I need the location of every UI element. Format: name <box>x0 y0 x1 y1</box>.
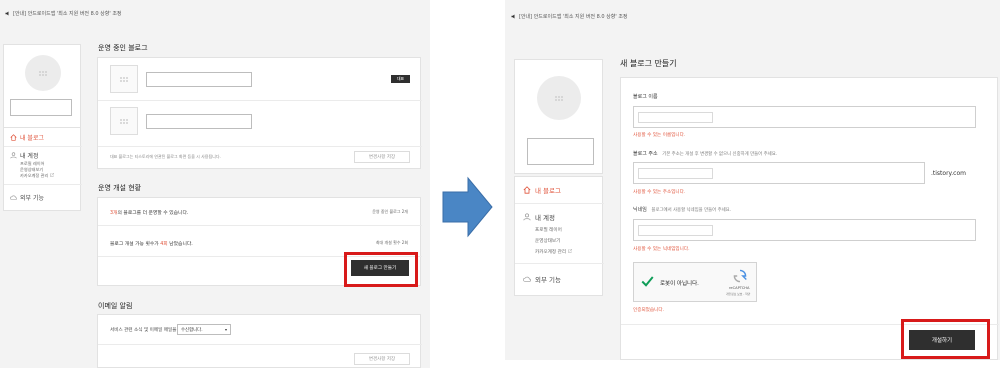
sidebar-item-external[interactable]: 외부 기능 <box>10 193 44 202</box>
nickname-message: 사용할 수 있는 닉네임입니다. <box>633 247 690 252</box>
highlight-frame <box>901 319 990 359</box>
running-blog-box: 대표 대표 블로그는 티스토리에 연관된 블로그 화면 등을 시 사용됩니다. … <box>97 57 422 169</box>
nickname-input[interactable] <box>633 219 976 241</box>
primary-badge: 대표 <box>391 75 410 83</box>
blog-name-box <box>10 99 72 116</box>
left-screenshot: [안내] 안드로이드앱 '최소 지원 버전 8.0 상향' 조정 내 블로그 내… <box>0 0 430 368</box>
tistory-logo-icon <box>25 55 61 91</box>
sidebar-nav: 내 블로그 내 계정 프로필 레이어 운영상태보기 카카오계정 관리 외부 기능 <box>514 176 604 296</box>
status-title: 운영 개설 현황 <box>98 184 142 192</box>
nickname-label: 닉네임 블로그에서 사용할 닉네임을 만들어 주세요. <box>633 207 732 213</box>
blog-field-2 <box>146 114 252 129</box>
right-screenshot: [안내] 안드로이드앱 '최소 지원 버전 8.0 상향' 조정 내 블로그 내… <box>505 0 1000 360</box>
arrow-right-icon <box>442 176 493 238</box>
captcha-message: 인증되었습니다. <box>633 308 665 313</box>
notice-bar[interactable]: [안내] 안드로이드앱 '최소 지원 버전 8.0 상향' 조정 <box>5 10 122 17</box>
name-message: 사용할 수 있는 이름입니다. <box>633 133 686 138</box>
email-save-button[interactable]: 변경사항 저장 <box>354 353 410 365</box>
sidebar-sub-status[interactable]: 운영상태보기 <box>535 238 560 244</box>
profile-card <box>3 44 81 128</box>
email-label: 서비스 관련 소식 및 이메일 매일을 <box>110 328 177 333</box>
sidebar-item-my-blog[interactable]: 내 블로그 <box>10 133 44 142</box>
speaker-icon <box>511 14 515 19</box>
recaptcha-icon <box>733 269 747 283</box>
checkmark-icon[interactable] <box>640 274 655 289</box>
sidebar-sub-kakao[interactable]: 카카오계정 관리 <box>20 173 54 179</box>
new-blog-title: 새 블로그 만들기 <box>620 59 677 68</box>
notice-text: [안내] 안드로이드앱 '최소 지원 버전 8.0 상향' 조정 <box>13 11 122 17</box>
speaker-icon <box>5 11 9 16</box>
blog-thumbnail <box>110 107 138 135</box>
profile-card <box>514 59 603 174</box>
recaptcha-brand: reCAPTCHA <box>729 286 750 290</box>
home-icon <box>523 186 531 194</box>
email-box: 서비스 관련 소식 및 이메일 매일을 수신합니다. ▾ 변경사항 저장 <box>97 314 422 368</box>
blog-name-box <box>527 138 594 165</box>
captcha-label: 로봇이 아닙니다. <box>660 281 699 287</box>
notice-text: [안내] 안드로이드앱 '최소 지원 버전 8.0 상향' 조정 <box>519 14 628 20</box>
sidebar-item-external[interactable]: 외부 기능 <box>523 274 561 284</box>
person-icon <box>523 213 531 221</box>
external-link-icon <box>567 249 572 253</box>
max-create-count: 최대 개설 횟수 2회 <box>375 240 408 245</box>
new-blog-form: 블로그 이름 사용할 수 있는 이름입니다. 블로그 주소 기본 주소는 개설 … <box>620 77 999 360</box>
sidebar-item-my-account[interactable]: 내 계정 <box>523 212 555 222</box>
recaptcha-widget[interactable]: 로봇이 아닙니다. reCAPTCHA 개인정보 보호 - 약관 <box>633 262 757 302</box>
home-icon <box>10 134 17 141</box>
cloud-icon <box>10 195 17 200</box>
blog-field-1 <box>146 72 252 87</box>
notice-bar[interactable]: [안내] 안드로이드앱 '최소 지원 버전 8.0 상향' 조정 <box>511 13 628 20</box>
address-message: 사용할 수 있는 주소입니다. <box>633 190 686 195</box>
email-select[interactable]: 수신합니다. ▾ <box>177 324 231 335</box>
save-changes-button[interactable]: 변경사항 저장 <box>354 151 410 163</box>
recaptcha-terms[interactable]: 개인정보 보호 - 약관 <box>726 292 750 296</box>
sidebar-item-my-blog[interactable]: 내 블로그 <box>523 185 561 195</box>
blog-thumbnail <box>110 65 138 93</box>
address-suffix: .tistory.com <box>931 170 966 177</box>
sidebar-sub-profile[interactable]: 프로필 레이어 <box>535 227 562 233</box>
email-title: 이메일 알림 <box>98 302 133 310</box>
cloud-icon <box>523 276 531 282</box>
external-link-icon <box>49 173 54 177</box>
running-count: 운영 중인 블로그 2개 <box>372 209 408 214</box>
name-label: 블로그 이름 <box>633 94 658 100</box>
blogs-remaining-text: 3개의 블로그를 더 운영할 수 있습니다. <box>110 211 189 216</box>
running-blog-title: 운영 중인 블로그 <box>98 44 148 52</box>
tistory-logo-icon <box>537 76 581 120</box>
sidebar-sub-kakao[interactable]: 카카오계정 관리 <box>535 249 572 255</box>
sidebar-item-my-account[interactable]: 내 계정 <box>10 151 38 160</box>
primary-blog-note: 대표 블로그는 티스토리에 연관된 블로그 화면 등을 시 사용됩니다. <box>110 154 221 159</box>
highlight-frame <box>344 252 418 287</box>
person-icon <box>10 152 17 159</box>
chevron-down-icon: ▾ <box>224 327 227 332</box>
comparison-canvas: { "left": { "notice": "[안내] 안드로이드앱 '최소 지… <box>0 0 1000 368</box>
blog-name-input[interactable] <box>633 106 976 128</box>
create-count-text: 블로그 개설 가능 횟수가 4회 남았습니다. <box>110 242 193 247</box>
address-label: 블로그 주소 기본 주소는 개설 후 변경할 수 없으니 신중하게 만들어 주세… <box>633 151 778 157</box>
blog-address-input[interactable] <box>633 162 925 184</box>
sidebar-nav: 내 블로그 내 계정 프로필 레이어 운영상태보기 카카오계정 관리 외부 기능 <box>3 127 82 211</box>
